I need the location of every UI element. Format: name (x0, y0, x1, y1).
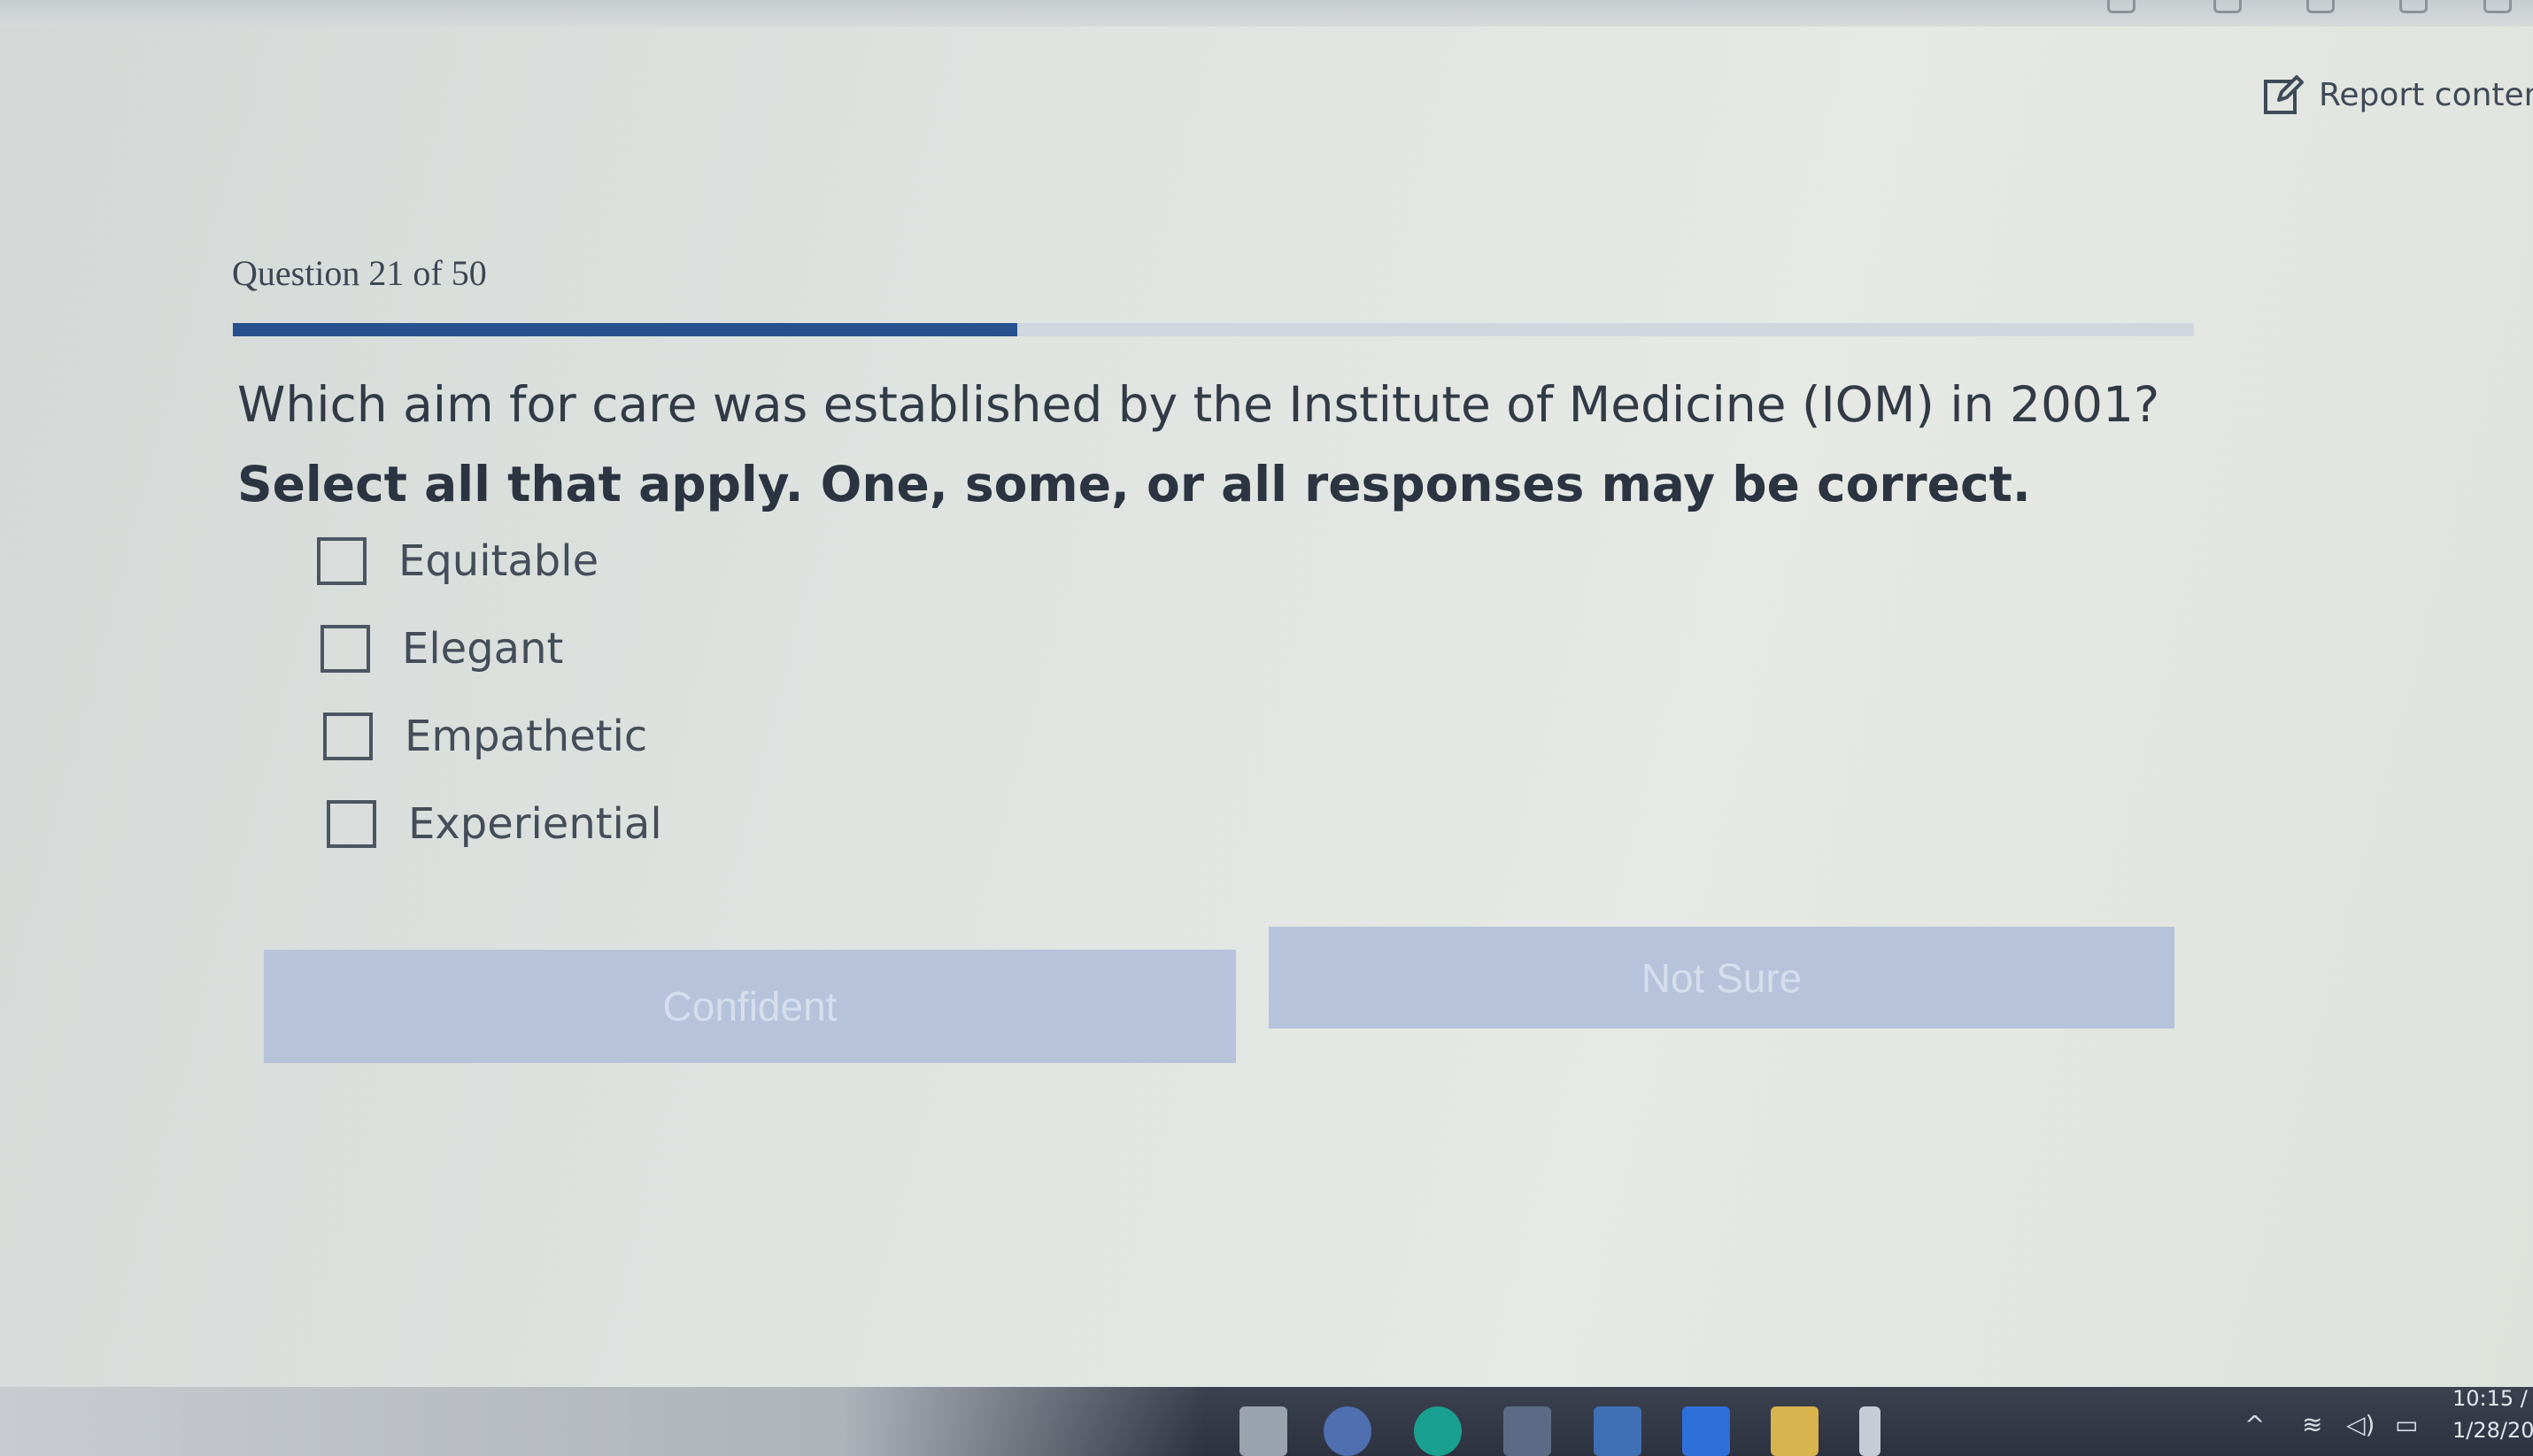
option-experiential[interactable]: Experiential (327, 798, 662, 850)
chevron-up-icon[interactable]: ^ (2244, 1406, 2265, 1442)
profile-icon[interactable] (2483, 0, 2512, 13)
option-empathetic[interactable]: Empathetic (323, 711, 662, 762)
question-text: Which aim for care was established by th… (237, 365, 2185, 524)
taskbar: ^ ≋ ◁) ▭ (0, 1387, 2533, 1456)
option-label: Elegant (402, 624, 564, 674)
progress-bar (233, 323, 2194, 336)
mail-icon[interactable] (1594, 1406, 1641, 1456)
report-content-label: Report content e (2319, 76, 2533, 113)
checkbox[interactable] (320, 625, 370, 673)
option-elegant[interactable]: Elegant (320, 623, 662, 674)
confident-button[interactable]: Confident (264, 950, 1236, 1063)
favorites-icon[interactable] (2306, 0, 2335, 13)
progress-fill (233, 323, 1017, 336)
split-icon[interactable] (2213, 0, 2242, 13)
collections-icon[interactable] (2399, 0, 2428, 13)
question-instruction: Select all that apply. One, some, or all… (237, 456, 2031, 512)
option-label: Empathetic (405, 712, 648, 761)
clock-date: 1/28/20 (2452, 1418, 2533, 1443)
option-equitable[interactable]: Equitable (317, 535, 662, 587)
not-sure-button[interactable]: Not Sure (1269, 927, 2174, 1028)
volume-icon[interactable]: ◁) (2346, 1406, 2375, 1442)
question-stem: Which aim for care was established by th… (237, 376, 2160, 433)
dropbox-icon[interactable] (1682, 1406, 1730, 1456)
clock-time: 10:15 / (2452, 1386, 2528, 1411)
option-label: Equitable (398, 536, 599, 586)
question-counter: Question 21 of 50 (232, 253, 487, 293)
app-icon[interactable] (1239, 1406, 1287, 1456)
folder-icon[interactable] (1771, 1406, 1819, 1456)
wifi-icon[interactable]: ≋ (2302, 1406, 2322, 1442)
battery-icon[interactable]: ▭ (2395, 1406, 2418, 1442)
checkbox[interactable] (327, 800, 376, 848)
report-content-link[interactable]: Report content e (2262, 69, 2533, 120)
taskbar-glare (0, 1387, 1204, 1456)
checkbox[interactable] (323, 713, 373, 760)
store-icon[interactable] (1503, 1406, 1551, 1456)
search-icon[interactable] (1324, 1406, 1371, 1456)
answer-options: Equitable Elegant Empathetic Experientia… (317, 535, 662, 886)
checkbox[interactable] (317, 537, 367, 585)
edit-icon (2262, 73, 2305, 116)
browser-top-strip (0, 0, 2533, 27)
edge-icon[interactable] (1414, 1406, 1462, 1456)
bookmark-icon[interactable] (2107, 0, 2135, 13)
app-icon[interactable] (1859, 1406, 1880, 1456)
clock[interactable]: 10:15 / 1/28/20 (2452, 1383, 2533, 1446)
option-label: Experiential (408, 799, 662, 849)
